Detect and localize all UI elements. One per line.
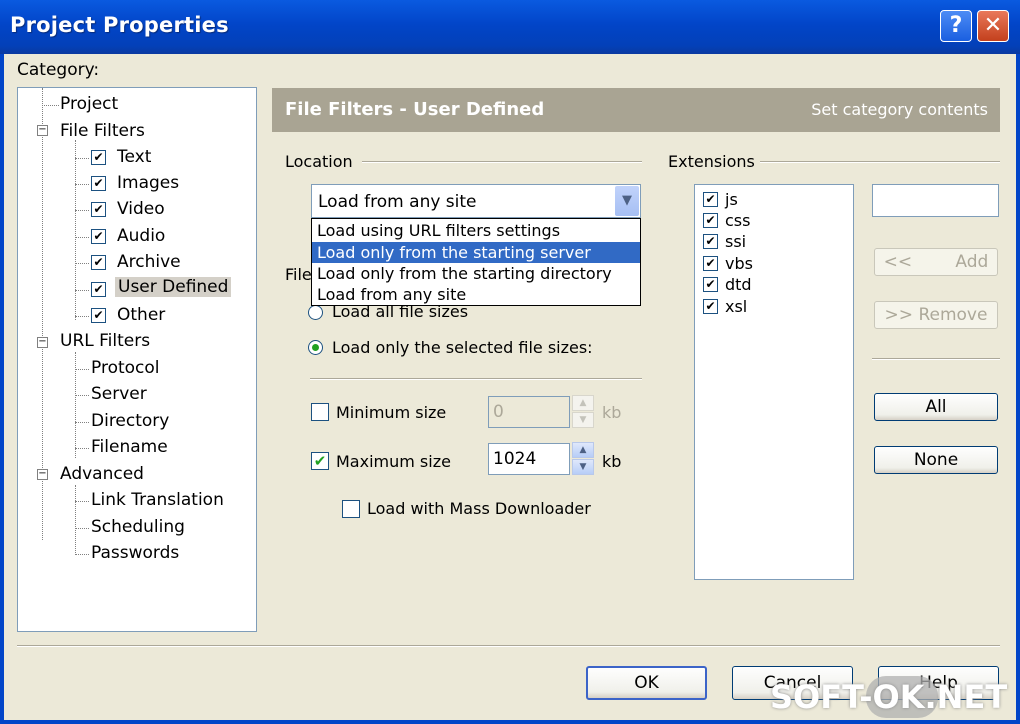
maximum-size-input[interactable]: 1024 [488, 443, 570, 475]
category-label: Category: [17, 60, 100, 80]
tree-item-advanced[interactable]: Advanced [60, 464, 144, 484]
tree-item-passwords[interactable]: Passwords [91, 543, 179, 563]
tree-item-project[interactable]: Project [60, 94, 118, 114]
title-bar: Project Properties ? ✕ [0, 0, 1020, 54]
category-tree[interactable]: Project − File Filters ✔ Text ✔ Images ✔… [17, 87, 257, 632]
buttons-divider [872, 358, 1000, 360]
tree-item-other[interactable]: Other [117, 305, 165, 325]
minimum-size-unit: kb [602, 403, 622, 422]
tree-item-archive[interactable]: Archive [117, 252, 181, 272]
radio-selected-sizes-label: Load only the selected file sizes: [332, 338, 593, 357]
tree-item-protocol[interactable]: Protocol [91, 358, 160, 378]
tree-item-user-defined[interactable]: User Defined [115, 277, 232, 297]
add-button[interactable]: << Add [874, 248, 998, 276]
window-title: Project Properties [10, 13, 229, 37]
section-header: File Filters - User Defined Set category… [272, 88, 1000, 132]
location-combobox[interactable]: Load from any site ▼ [311, 184, 641, 218]
select-all-button[interactable]: All [874, 393, 998, 421]
tree-item-file-filters[interactable]: File Filters [60, 121, 145, 141]
minimum-size-checkbox[interactable] [311, 403, 329, 421]
checkbox-user-defined[interactable]: ✔ [91, 282, 106, 297]
chevron-down-icon[interactable]: ▼ [615, 186, 639, 216]
close-button[interactable]: ✕ [977, 10, 1009, 42]
tree-item-audio[interactable]: Audio [117, 226, 165, 246]
location-option[interactable]: Load from any site [312, 284, 640, 305]
tree-item-url-filters[interactable]: URL Filters [60, 331, 150, 351]
watermark: SOFT-OK.NET [770, 678, 1008, 716]
maximum-size-label: Maximum size [336, 452, 451, 471]
checkbox-video[interactable]: ✔ [91, 202, 106, 217]
collapse-icon[interactable]: − [37, 337, 48, 348]
checkbox-archive[interactable]: ✔ [91, 255, 106, 270]
checkbox-other[interactable]: ✔ [91, 308, 106, 323]
minimum-size-label: Minimum size [336, 403, 447, 422]
checkbox-audio[interactable]: ✔ [91, 229, 106, 244]
extension-input[interactable] [872, 184, 999, 217]
location-group-label: Location [285, 152, 353, 171]
location-option[interactable]: Load only from the starting directory [312, 263, 640, 284]
location-divider [362, 161, 642, 163]
mass-downloader-checkbox[interactable] [342, 500, 360, 518]
filesize-group-label: File [285, 265, 312, 284]
extensions-list[interactable]: ✔ js ✔ css ✔ ssi ✔ vbs ✔ dtd ✔ xsl [694, 184, 854, 580]
spin-up-icon[interactable]: ▲ [572, 395, 594, 411]
extensions-group-label: Extensions [668, 152, 755, 171]
filesize-divider [310, 378, 642, 380]
mass-downloader-label: Load with Mass Downloader [367, 499, 591, 518]
section-subtitle: Set category contents [811, 100, 988, 119]
tree-item-filename[interactable]: Filename [91, 437, 168, 457]
checkbox-text[interactable]: ✔ [91, 150, 106, 165]
tree-item-scheduling[interactable]: Scheduling [91, 517, 185, 537]
extensions-divider [760, 161, 1000, 163]
location-dropdown-list: Load using URL filters settings Load onl… [311, 218, 641, 306]
extension-checkbox[interactable]: ✔ [703, 256, 718, 271]
help-title-button[interactable]: ? [940, 10, 972, 42]
extension-checkbox[interactable]: ✔ [703, 299, 718, 314]
radio-all-sizes[interactable] [308, 305, 323, 320]
section-title: File Filters - User Defined [285, 99, 545, 120]
tree-item-images[interactable]: Images [117, 173, 179, 193]
spin-down-icon[interactable]: ▼ [572, 412, 594, 428]
extension-checkbox[interactable]: ✔ [703, 234, 718, 249]
minimum-size-stepper[interactable]: ▲ ▼ [572, 395, 594, 429]
minimum-size-input[interactable]: 0 [488, 396, 570, 428]
extension-checkbox[interactable]: ✔ [703, 213, 718, 228]
checkbox-images[interactable]: ✔ [91, 176, 106, 191]
tree-item-directory[interactable]: Directory [91, 411, 169, 431]
spin-down-icon[interactable]: ▼ [572, 459, 594, 475]
location-selected-value: Load from any site [318, 192, 477, 212]
tree-item-server[interactable]: Server [91, 384, 147, 404]
tree-item-video[interactable]: Video [117, 199, 165, 219]
ok-button[interactable]: OK [586, 666, 707, 700]
collapse-icon[interactable]: − [37, 125, 48, 136]
extension-checkbox[interactable]: ✔ [703, 192, 718, 207]
tree-item-link-translation[interactable]: Link Translation [91, 490, 224, 510]
maximum-size-unit: kb [602, 452, 622, 471]
collapse-icon[interactable]: − [37, 469, 48, 480]
spin-up-icon[interactable]: ▲ [572, 442, 594, 458]
select-none-button[interactable]: None [874, 446, 998, 474]
location-option[interactable]: Load using URL filters settings [312, 220, 640, 241]
remove-button[interactable]: >> Remove [874, 301, 998, 329]
radio-selected-sizes[interactable] [308, 340, 323, 355]
maximum-size-stepper[interactable]: ▲ ▼ [572, 442, 594, 476]
footer-divider [17, 645, 1000, 647]
location-option[interactable]: Load only from the starting server [312, 242, 640, 263]
maximum-size-checkbox[interactable]: ✔ [311, 452, 329, 470]
extension-checkbox[interactable]: ✔ [703, 277, 718, 292]
tree-item-text[interactable]: Text [117, 147, 151, 167]
